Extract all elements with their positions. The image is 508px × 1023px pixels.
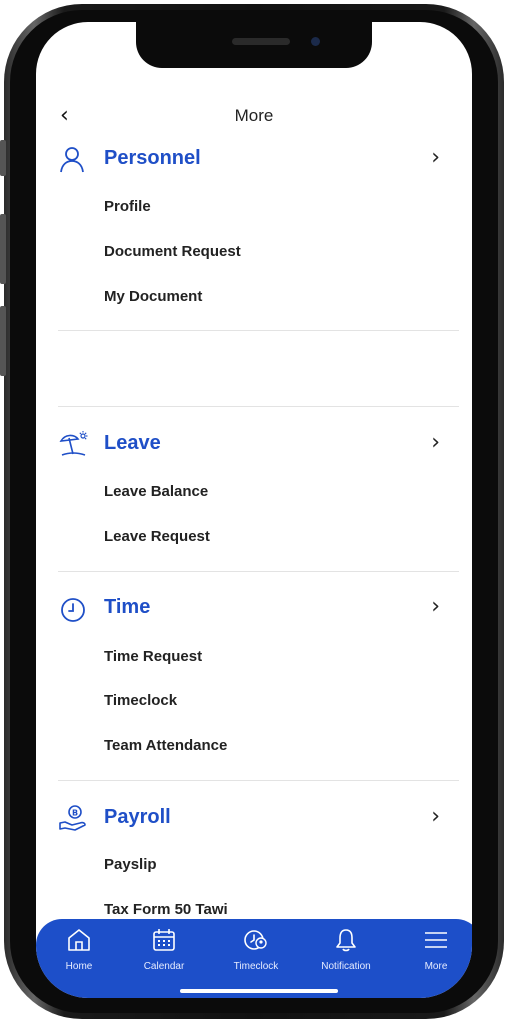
volume-down-button: [0, 306, 6, 376]
menu-item-leave-balance[interactable]: Leave Balance: [104, 483, 208, 500]
menu-item-profile[interactable]: Profile: [104, 198, 151, 215]
phone-screen: ‹ More Personnel › Profile Document Requ…: [36, 22, 472, 998]
divider: [58, 406, 459, 407]
menu-item-my-document[interactable]: My Document: [104, 288, 202, 305]
hand-coin-icon: B: [59, 805, 86, 831]
chevron-right-icon: ›: [431, 804, 440, 829]
home-icon: [68, 929, 90, 951]
divider: [58, 780, 459, 781]
tab-more[interactable]: More: [396, 927, 472, 972]
tab-notification-label: Notification: [321, 961, 371, 972]
section-personnel-header[interactable]: Personnel ›: [36, 142, 472, 176]
menu-item-time-request[interactable]: Time Request: [104, 648, 202, 665]
section-payroll-header[interactable]: B Payroll ›: [36, 801, 472, 835]
tab-timeclock-label: Timeclock: [233, 961, 279, 972]
tab-notification[interactable]: Notification: [306, 927, 386, 972]
menu-item-document-request[interactable]: Document Request: [104, 243, 241, 260]
home-indicator[interactable]: [180, 989, 338, 993]
menu-icon: [425, 932, 447, 948]
section-title-payroll: Payroll: [104, 806, 171, 828]
menu-item-team-attendance[interactable]: Team Attendance: [104, 737, 227, 754]
notch: [136, 22, 372, 68]
volume-up-button: [0, 214, 6, 284]
chevron-right-icon: ›: [431, 594, 440, 619]
mute-switch: [0, 140, 6, 176]
menu-item-payslip[interactable]: Payslip: [104, 856, 157, 873]
person-icon: [60, 147, 84, 173]
divider: [58, 571, 459, 572]
calendar-icon: [153, 929, 175, 951]
page-title: More: [234, 106, 274, 125]
section-title-time: Time: [104, 596, 151, 618]
bell-icon: [336, 929, 356, 952]
tab-home-label: Home: [65, 961, 93, 972]
chevron-right-icon: ›: [431, 145, 440, 170]
tab-more-label: More: [424, 961, 448, 972]
timeclock-icon: [244, 930, 267, 950]
divider: [58, 330, 459, 331]
beach-umbrella-icon: [59, 431, 88, 456]
chevron-right-icon: ›: [431, 430, 440, 455]
tab-calendar[interactable]: Calendar: [124, 927, 204, 972]
front-camera: [311, 37, 320, 46]
menu-item-tax-form[interactable]: Tax Form 50 Tawi: [104, 901, 228, 918]
speaker: [232, 38, 290, 45]
tab-home[interactable]: Home: [39, 927, 119, 972]
page-header: ‹ More: [36, 102, 472, 132]
tab-calendar-label: Calendar: [143, 961, 185, 972]
menu-item-timeclock[interactable]: Timeclock: [104, 692, 177, 709]
section-title-leave: Leave: [104, 432, 161, 454]
section-time-header[interactable]: Time ›: [36, 591, 472, 625]
clock-icon: [61, 598, 85, 622]
tab-timeclock[interactable]: Timeclock: [216, 927, 296, 972]
bottom-tab-bar: Home Calendar Timeclock Notification Mor…: [36, 919, 472, 998]
section-leave-header[interactable]: Leave ›: [36, 427, 472, 461]
svg-text:B: B: [72, 809, 78, 818]
menu-item-leave-request[interactable]: Leave Request: [104, 528, 210, 545]
section-title-personnel: Personnel: [104, 147, 201, 169]
